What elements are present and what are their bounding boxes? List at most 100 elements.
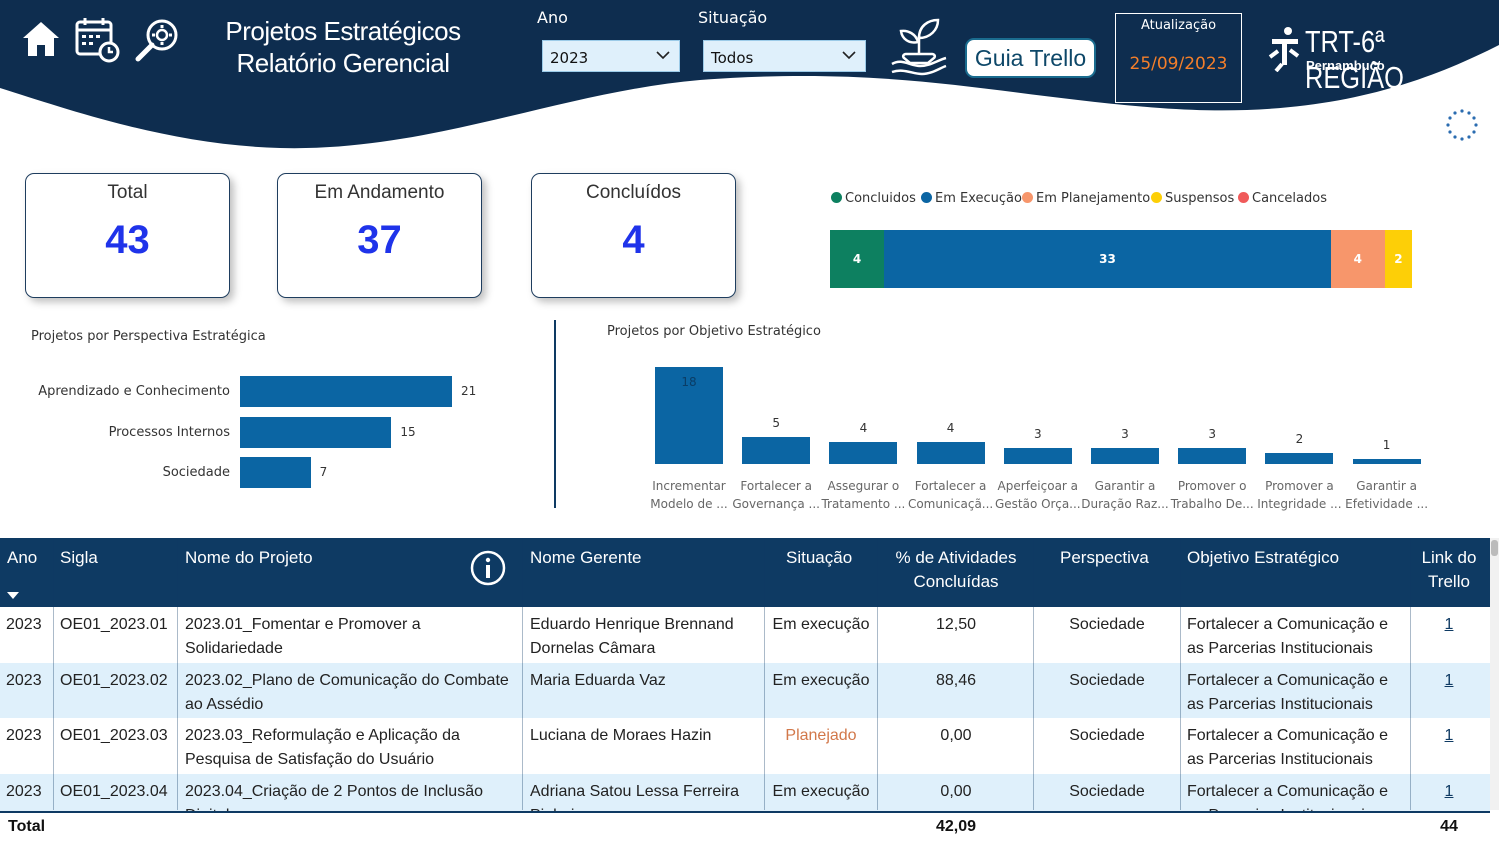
guia-trello-button[interactable]: Guia Trello bbox=[965, 38, 1096, 78]
objetivo-category-label: Fortalecer a Comunicaçã... bbox=[907, 479, 994, 511]
cell-ano: 2023 bbox=[6, 672, 42, 689]
col-situacao[interactable]: Situação bbox=[786, 546, 852, 570]
plant-hand-icon bbox=[888, 14, 950, 78]
col-nome[interactable]: Nome do Projeto bbox=[185, 546, 313, 570]
legend-dot bbox=[1238, 192, 1249, 203]
cell-objetivo: Fortalecer a Comunicação e as Parcerias … bbox=[1187, 672, 1388, 713]
perspectiva-category-label: Aprendizado e Conhecimento bbox=[38, 384, 230, 399]
cell-perspectiva: Sociedade bbox=[1069, 616, 1145, 633]
scrollbar-thumb[interactable] bbox=[1491, 540, 1498, 556]
cell-link[interactable]: 1 bbox=[1414, 613, 1484, 637]
perspectiva-bar[interactable] bbox=[240, 457, 311, 488]
cell-situacao: Planejado bbox=[785, 727, 857, 744]
objetivo-bar[interactable] bbox=[1091, 447, 1159, 464]
col-perspectiva[interactable]: Perspectiva bbox=[1060, 546, 1149, 570]
legend-dot bbox=[831, 192, 842, 203]
status-segment: 33 bbox=[884, 230, 1331, 288]
objetivo-category-label: Assegurar o Tratamento ... bbox=[821, 479, 906, 511]
cell-objetivo: Fortalecer a Comunicação e as Parcerias … bbox=[1187, 783, 1388, 811]
column-separator bbox=[1410, 538, 1411, 810]
legend-item: Suspensos bbox=[1151, 191, 1234, 206]
cell-ano: 2023 bbox=[6, 783, 42, 800]
cell-perspectiva: Sociedade bbox=[1069, 783, 1145, 800]
home-icon[interactable] bbox=[20, 18, 66, 64]
cell-pct: 12,50 bbox=[935, 616, 977, 633]
cell-link[interactable]: 1 bbox=[1414, 669, 1484, 693]
update-box: Atualização 25/09/2023 bbox=[1115, 13, 1242, 103]
col-objetivo[interactable]: Objetivo Estratégico bbox=[1187, 546, 1339, 570]
table-row[interactable]: 2023 OE01_2023.01 2023.01_Fomentar e Promo… bbox=[0, 607, 1490, 663]
perspectiva-bar-value: 21 bbox=[461, 384, 477, 398]
cell-sigla: OE01_2023.04 bbox=[60, 783, 168, 800]
cell-link[interactable]: 1 bbox=[1414, 724, 1484, 748]
objetivo-bar[interactable] bbox=[829, 442, 898, 464]
calendar-clock-icon[interactable] bbox=[74, 16, 120, 63]
column-separator bbox=[1033, 538, 1034, 810]
column-separator bbox=[764, 538, 765, 810]
col-pct[interactable]: % de Atividades Concluídas bbox=[884, 546, 1028, 594]
objetivo-category-label: Fortalecer a Governança ... bbox=[732, 479, 820, 511]
filter-situacao-value: Todos bbox=[711, 49, 754, 67]
col-gerente[interactable]: Nome Gerente bbox=[530, 546, 642, 570]
objetivo-bar[interactable] bbox=[1003, 447, 1072, 464]
status-segment: 2 bbox=[1384, 230, 1412, 288]
perspectiva-category-label: Sociedade bbox=[162, 465, 230, 480]
search-gear-icon[interactable] bbox=[132, 16, 178, 62]
card-andamento: Em Andamento 37 bbox=[277, 173, 482, 298]
card-concluidos-label: Concluídos bbox=[585, 182, 682, 203]
col-sigla[interactable]: Sigla bbox=[60, 546, 98, 570]
legend-dot bbox=[1151, 192, 1162, 203]
table-scrollbar[interactable] bbox=[1490, 538, 1499, 810]
col-ano[interactable]: Ano bbox=[7, 546, 37, 570]
cell-pct: 0,00 bbox=[940, 727, 972, 744]
table-row[interactable]: 2023 OE01_2023.02 2023.02_Plano de Comunic… bbox=[0, 663, 1490, 718]
column-separator bbox=[877, 538, 878, 810]
cell-perspectiva: Sociedade bbox=[1069, 727, 1145, 744]
perspectiva-bar[interactable] bbox=[240, 417, 392, 448]
total-pct: 42,09 bbox=[935, 818, 977, 835]
loading-spinner-icon bbox=[1443, 106, 1481, 144]
cell-gerente: Adriana Satou Lessa Ferreira Pinheiro bbox=[530, 783, 739, 811]
objetivo-bar[interactable] bbox=[1265, 453, 1334, 464]
legend-item: Em Execução bbox=[921, 191, 1022, 206]
objetivo-category-label: Promover a Integridade ... bbox=[1257, 479, 1342, 511]
card-andamento-label: Em Andamento bbox=[314, 182, 445, 203]
report-title-line1: Projetos Estratégicos bbox=[225, 16, 461, 46]
objetivo-bar-value: 5 bbox=[772, 416, 780, 431]
filter-ano-dropdown[interactable]: 2023 bbox=[542, 40, 680, 72]
card-total-value: 43 bbox=[105, 218, 150, 262]
info-icon[interactable] bbox=[470, 550, 506, 586]
table-row[interactable]: 2023 OE01_2023.03 2023.03_Reformulação e A… bbox=[0, 718, 1490, 774]
objetivo-bar-value: 18 bbox=[681, 375, 697, 389]
legend-item: Cancelados bbox=[1238, 191, 1327, 206]
filter-situacao-dropdown[interactable]: Todos bbox=[703, 40, 866, 72]
objetivo-bar-value: 4 bbox=[859, 421, 868, 436]
card-andamento-value: 37 bbox=[357, 218, 402, 262]
perspectiva-bar-value: 15 bbox=[400, 425, 416, 439]
objetivo-bar[interactable] bbox=[1352, 458, 1421, 464]
filter-ano-label: Ano bbox=[537, 8, 568, 27]
cell-nome: 2023.01_Fomentar e Promover a Solidaried… bbox=[185, 616, 421, 657]
cell-gerente: Maria Eduarda Vaz bbox=[530, 672, 666, 689]
legend-label: Em Execução bbox=[935, 191, 1022, 206]
card-total-label: Total bbox=[107, 182, 148, 203]
update-label: Atualização bbox=[1140, 18, 1217, 33]
column-separator bbox=[177, 538, 178, 810]
objetivo-bar[interactable] bbox=[916, 442, 985, 464]
chart-objetivo-title: Projetos por Objetivo Estratégico bbox=[607, 324, 821, 339]
cell-link[interactable]: 1 bbox=[1414, 780, 1484, 804]
perspectiva-bar[interactable] bbox=[240, 376, 452, 407]
table-row[interactable]: 2023 OE01_2023.04 2023.04_Criação de 2 Pon… bbox=[0, 774, 1490, 811]
cell-sigla: OE01_2023.01 bbox=[60, 616, 168, 633]
cell-sigla: OE01_2023.03 bbox=[60, 727, 168, 744]
objetivo-bar[interactable] bbox=[1178, 447, 1247, 464]
objetivo-bar[interactable] bbox=[742, 437, 811, 464]
cell-ano: 2023 bbox=[6, 727, 42, 744]
table-header: Ano Sigla Nome do Projeto Nome Gerente S… bbox=[0, 538, 1490, 607]
legend-label: Suspensos bbox=[1165, 191, 1235, 206]
column-separator bbox=[1180, 538, 1181, 810]
col-link[interactable]: Link do Trello bbox=[1414, 546, 1484, 594]
cell-ano: 2023 bbox=[6, 616, 42, 633]
sort-desc-icon[interactable] bbox=[6, 590, 20, 600]
objetivo-bar-value: 4 bbox=[946, 421, 955, 436]
